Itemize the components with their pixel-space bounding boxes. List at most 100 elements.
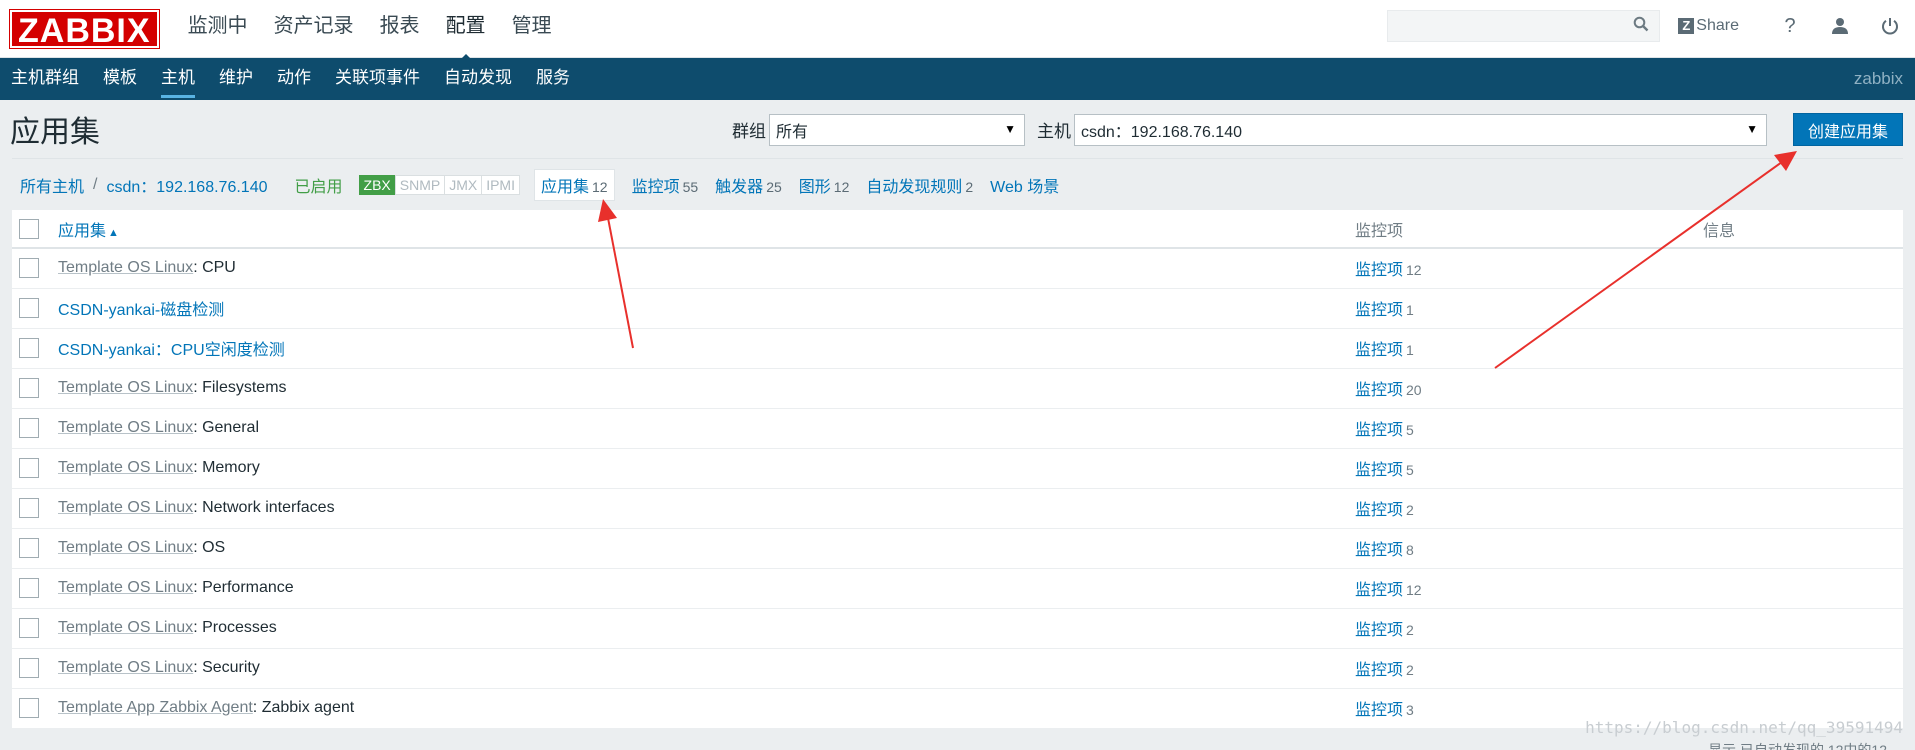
- info-cell: [1703, 288, 1903, 329]
- row-checkbox[interactable]: [19, 498, 39, 518]
- tab-label: 图形: [798, 178, 831, 196]
- host-navigation: 所有主机 / csdn：192.168.76.140 已启用 ZBX SNMP …: [12, 158, 1903, 210]
- items-cell: 监控项 12: [1355, 568, 1703, 609]
- items-count: 12: [1406, 262, 1422, 279]
- breadcrumb-host[interactable]: csdn：192.168.76.140: [106, 173, 267, 197]
- help-icon[interactable]: ?: [1765, 15, 1815, 38]
- info-cell: [1703, 528, 1903, 569]
- subnav-correlation[interactable]: 关联项事件: [335, 58, 420, 100]
- row-checkbox[interactable]: [19, 258, 39, 279]
- row-select-cell: [12, 688, 58, 729]
- application-name-link[interactable]: CSDN-yankai-磁盘检测: [58, 302, 224, 319]
- items-cell: 监控项 12: [1355, 248, 1703, 289]
- top-menu-configuration[interactable]: 配置: [433, 0, 499, 64]
- subnav-hosts[interactable]: 主机: [161, 58, 195, 100]
- tab-discovery-rules[interactable]: 自动发现规则 2: [866, 173, 973, 197]
- tab-count: 12: [833, 178, 850, 195]
- items-link[interactable]: 监控项: [1355, 502, 1403, 519]
- template-link[interactable]: Template OS Linux: [58, 459, 193, 476]
- row-checkbox[interactable]: [19, 618, 39, 638]
- template-link[interactable]: Template OS Linux: [58, 619, 193, 636]
- template-separator: :: [252, 699, 262, 716]
- group-select[interactable]: 所有 ▼: [768, 113, 1025, 146]
- row-checkbox[interactable]: [19, 418, 39, 438]
- top-menu-inventory[interactable]: 资产记录: [261, 0, 367, 58]
- row-checkbox[interactable]: [19, 458, 39, 478]
- row-checkbox[interactable]: [19, 378, 39, 398]
- items-link[interactable]: 监控项: [1355, 622, 1403, 639]
- top-menu-monitoring[interactable]: 监测中: [175, 0, 261, 58]
- subnav-maintenance[interactable]: 维护: [219, 58, 253, 100]
- subnav-services[interactable]: 服务: [536, 58, 570, 100]
- items-link[interactable]: 监控项: [1355, 662, 1403, 679]
- row-checkbox[interactable]: [19, 338, 39, 358]
- share-link[interactable]: Z Share: [1678, 17, 1739, 35]
- table-row: Template OS Linux: OS 监控项 8: [12, 528, 1903, 569]
- template-link[interactable]: Template OS Linux: [58, 579, 193, 596]
- host-label: 主机: [1036, 122, 1071, 141]
- items-link[interactable]: 监控项: [1355, 382, 1403, 399]
- row-select-cell: [12, 488, 58, 529]
- top-bar: ZABBIX 监测中 资产记录 报表 配置 管理 Z Share ?: [0, 0, 1915, 64]
- template-separator: :: [193, 539, 203, 556]
- subnav-actions[interactable]: 动作: [277, 58, 311, 100]
- items-link[interactable]: 监控项: [1355, 582, 1403, 599]
- row-checkbox[interactable]: [19, 578, 39, 598]
- items-link[interactable]: 监控项: [1355, 342, 1403, 359]
- top-menu-administration[interactable]: 管理: [499, 0, 565, 58]
- search-input[interactable]: [1388, 11, 1634, 41]
- application-name-cell: Template OS Linux: General: [58, 408, 1355, 449]
- row-select-cell: [12, 328, 58, 369]
- template-link[interactable]: Template OS Linux: [58, 499, 193, 516]
- page-header: 应用集 群组 所有 ▼ 主机 csdn：192.168.76.140 ▼ 创建应…: [0, 100, 1915, 158]
- tab-items[interactable]: 监控项 55: [632, 173, 699, 197]
- info-cell: [1703, 408, 1903, 449]
- application-name: Zabbix agent: [261, 699, 355, 716]
- template-link[interactable]: Template OS Linux: [58, 539, 193, 556]
- host-status-enabled[interactable]: 已启用: [295, 173, 343, 197]
- tab-graphs[interactable]: 图形 12: [799, 173, 850, 197]
- row-checkbox[interactable]: [19, 658, 39, 678]
- availability-ipmi: IPMI: [481, 174, 520, 195]
- header-application-label: 应用集: [58, 222, 107, 240]
- items-link[interactable]: 监控项: [1355, 422, 1403, 439]
- row-checkbox[interactable]: [19, 538, 39, 558]
- tab-applications[interactable]: 应用集 12: [533, 168, 615, 201]
- items-link[interactable]: 监控项: [1355, 302, 1403, 319]
- items-count: 5: [1406, 422, 1414, 438]
- items-cell: 监控项 8: [1355, 528, 1703, 569]
- items-link[interactable]: 监控项: [1355, 262, 1403, 279]
- template-link[interactable]: Template OS Linux: [58, 259, 193, 276]
- sort-by-application-link[interactable]: 应用集 ▲: [58, 223, 119, 240]
- template-separator: :: [193, 419, 203, 436]
- host-select[interactable]: csdn：192.168.76.140 ▼: [1073, 113, 1767, 146]
- items-link[interactable]: 监控项: [1355, 542, 1403, 559]
- zabbix-logo[interactable]: ZABBIX: [9, 8, 160, 50]
- user-profile-icon[interactable]: [1815, 17, 1865, 35]
- items-link[interactable]: 监控项: [1355, 462, 1403, 479]
- info-cell: [1703, 568, 1903, 609]
- application-name-link[interactable]: CSDN-yankai：CPU空闲度检测: [58, 342, 285, 359]
- row-checkbox[interactable]: [19, 698, 39, 718]
- info-cell: [1703, 608, 1903, 649]
- select-all-checkbox[interactable]: [19, 218, 39, 239]
- subnav-templates[interactable]: 模板: [103, 58, 137, 100]
- create-application-button[interactable]: 创建应用集: [1792, 113, 1903, 146]
- template-link[interactable]: Template App Zabbix Agent: [58, 699, 253, 716]
- top-menu-reports[interactable]: 报表: [367, 0, 433, 58]
- tab-web-scenarios[interactable]: Web 场景: [990, 173, 1062, 197]
- items-count: 2: [1406, 622, 1414, 638]
- items-link[interactable]: 监控项: [1355, 702, 1403, 719]
- subnav-host-groups[interactable]: 主机群组: [11, 58, 79, 100]
- subnav-discovery[interactable]: 自动发现: [444, 58, 512, 100]
- breadcrumb-separator: /: [93, 175, 98, 193]
- template-link[interactable]: Template OS Linux: [58, 379, 193, 396]
- search-icon[interactable]: [1633, 16, 1649, 37]
- tab-triggers[interactable]: 触发器 25: [715, 173, 782, 197]
- row-checkbox[interactable]: [19, 298, 39, 318]
- template-link[interactable]: Template OS Linux: [58, 419, 193, 436]
- template-link[interactable]: Template OS Linux: [58, 659, 193, 676]
- logout-power-icon[interactable]: [1865, 17, 1915, 35]
- host-select-value: csdn：192.168.76.140: [1080, 123, 1243, 141]
- breadcrumb-all-hosts[interactable]: 所有主机: [20, 173, 84, 197]
